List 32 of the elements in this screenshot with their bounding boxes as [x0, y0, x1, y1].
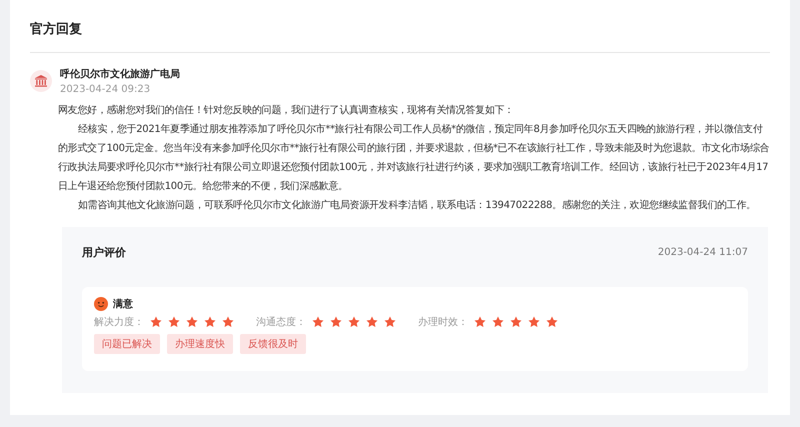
star-icon	[474, 316, 486, 328]
star-icon	[366, 316, 378, 328]
rating-label: 解决力度：	[94, 316, 144, 329]
star-icon	[168, 316, 180, 328]
star-icon	[186, 316, 198, 328]
reply-paragraph: 经核实，您于2021年夏季通过朋友推荐添加了呼伦贝尔市**旅行社有限公司工作人员杨*的微信，预定同年8月参加呼伦贝尔五天四晚的旅游行程，并以微信支付的形式交了100元定金。您当年没有来参加呼伦贝尔市**旅行社有限公司的旅行团，并要求退款，但杨*已不在该旅行社工作，导致未能及时为您退款。市文化市场综合行政执法局要求呼伦贝尔市**旅行社有限公司立即退还您预付团款100元，并对该旅行社进行约谈，要求加强职工教育培训工作。经回访，该旅行社已于2023年4月17日上午退还给您预付团款100元。给您带来的不便，我们深感歉意。	[58, 122, 770, 194]
star-icon	[222, 316, 234, 328]
star-icon	[312, 316, 324, 328]
star-icon	[384, 316, 396, 328]
rating-label: 办理时效：	[418, 316, 468, 329]
museum-icon	[30, 70, 52, 92]
star-icon	[330, 316, 342, 328]
evaluation-time: 2023-04-24 11:07	[658, 246, 748, 258]
star-icon	[510, 316, 522, 328]
rating-label: 沟通态度：	[256, 316, 306, 329]
tag: 办理速度快	[167, 334, 233, 354]
star-icon	[150, 316, 162, 328]
star-icon	[204, 316, 216, 328]
tag: 反馈很及时	[240, 334, 306, 354]
tag: 问题已解决	[94, 334, 160, 354]
mood-label: 满意	[113, 298, 133, 311]
section-title: 官方回复	[30, 0, 770, 53]
star-icon	[546, 316, 558, 328]
reply-paragraph: 网友您好，感谢您对我们的信任！针对您反映的问题，我们进行了认真调查核实，现将有关情况答复如下：	[58, 104, 515, 118]
star-icon	[528, 316, 540, 328]
smiley-icon	[94, 297, 108, 311]
reply-time: 2023-04-24 09:23	[60, 84, 152, 95]
evaluation-title: 用户评价	[82, 244, 126, 260]
author-name: 呼伦贝尔市文化旅游广电局	[60, 67, 180, 81]
star-icon	[348, 316, 360, 328]
star-icon	[492, 316, 504, 328]
reply-paragraph: 如需咨询其他文化旅游问题，可联系呼伦贝尔市文化旅游广电局资源开发科李洁韬，联系电话：13947022288。感谢您的关注，欢迎您继续监督我们的工作。	[77, 198, 757, 213]
